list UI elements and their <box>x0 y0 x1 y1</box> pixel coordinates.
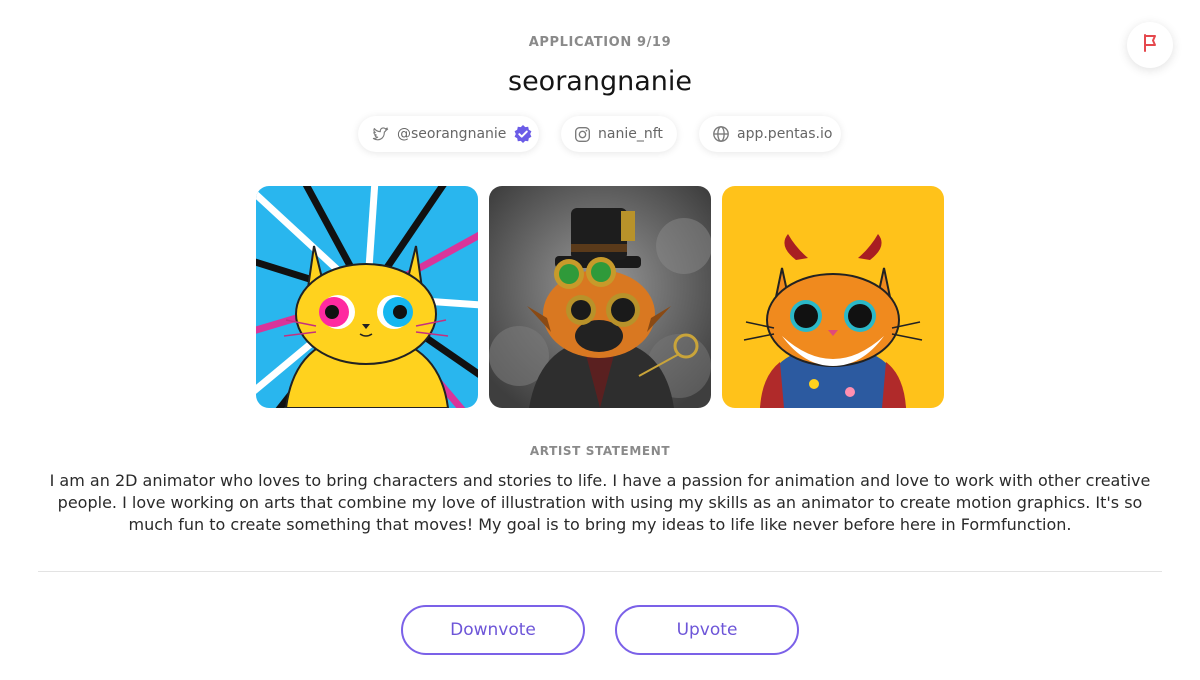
divider <box>38 571 1162 572</box>
website-link[interactable]: app.pentas.io <box>699 116 841 152</box>
upvote-button[interactable]: Upvote <box>615 605 799 655</box>
flag-button[interactable] <box>1127 22 1173 68</box>
verified-badge-icon <box>513 124 533 144</box>
artwork-gallery <box>256 186 944 408</box>
social-links: @seorangnanie nanie_nft app.pentas.io <box>0 116 1200 154</box>
artwork-steampunk-cat[interactable] <box>489 186 711 408</box>
twitter-icon <box>371 126 390 143</box>
artwork-yellow-cat[interactable] <box>256 186 478 408</box>
twitter-link[interactable]: @seorangnanie <box>358 116 539 152</box>
artwork-devil-cat[interactable] <box>722 186 944 408</box>
artist-statement-text: I am an 2D animator who loves to bring c… <box>49 471 1151 534</box>
website-url: app.pentas.io <box>737 126 833 142</box>
instagram-link[interactable]: nanie_nft <box>561 116 677 152</box>
artist-username: seorangnanie <box>508 66 692 97</box>
instagram-icon <box>574 126 591 143</box>
downvote-button[interactable]: Downvote <box>401 605 585 655</box>
globe-icon <box>712 125 730 143</box>
instagram-handle: nanie_nft <box>598 126 663 142</box>
flag-icon <box>1140 33 1160 57</box>
application-counter: APPLICATION 9/19 <box>528 35 672 50</box>
artist-statement-label: ARTIST STATEMENT <box>529 444 671 458</box>
twitter-handle: @seorangnanie <box>397 126 507 142</box>
